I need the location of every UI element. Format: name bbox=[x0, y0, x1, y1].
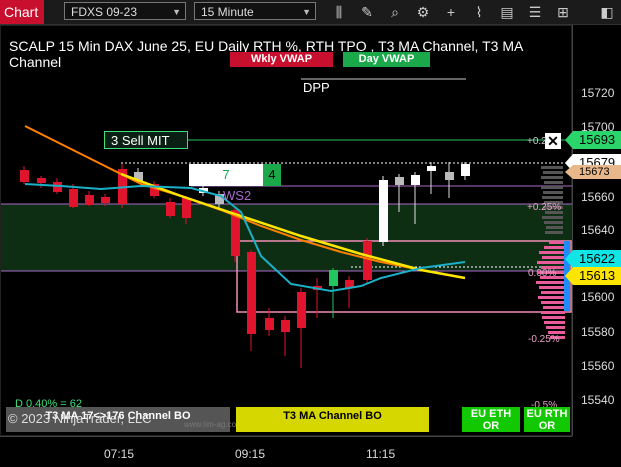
more-icon[interactable]: ◧ bbox=[598, 3, 616, 21]
order-qty-field[interactable]: 7 bbox=[189, 164, 263, 186]
price-chart bbox=[1, 78, 573, 368]
sell-mit-order[interactable]: 3 Sell MIT bbox=[104, 131, 188, 149]
chart-toolbar: Chart FDXS 09-23 ▼ 15 Minute ▼ ⫼ ✎ ⌕ ⚙ +… bbox=[0, 0, 621, 25]
strategy-icon[interactable]: ▤ bbox=[498, 3, 516, 21]
volume-profile-grey bbox=[541, 166, 563, 234]
bar-chart-icon[interactable]: ⫼ bbox=[330, 3, 348, 21]
chevron-down-icon: ▼ bbox=[172, 7, 181, 17]
properties-icon[interactable]: ⚙ bbox=[414, 3, 432, 21]
value-area-zone bbox=[1, 204, 573, 271]
pct-label-top: +0.2 bbox=[527, 136, 547, 147]
wkly-vwap-badge[interactable]: Wkly VWAP bbox=[230, 52, 333, 67]
price-axis[interactable]: 15720 15700 15680 15660 15640 15620 1560… bbox=[572, 25, 621, 436]
template-icon[interactable]: ☰ bbox=[526, 3, 544, 21]
dpp-label: DPP bbox=[303, 80, 330, 95]
y-tick: 15720 bbox=[581, 86, 615, 100]
ws2-label: WS2 bbox=[223, 188, 252, 203]
y-tick: 15640 bbox=[581, 223, 615, 237]
dd-price-flag: 15613 bbox=[565, 267, 621, 285]
order-qty-badge[interactable]: 4 bbox=[263, 164, 281, 186]
instrument-selector[interactable]: FDXS 09-23 ▼ bbox=[64, 2, 186, 20]
watermark-text: www.tim-ag.com bbox=[184, 420, 243, 429]
t3-channel-bo-button[interactable]: T3 MA Channel BO bbox=[236, 407, 429, 432]
chart-tab[interactable]: Chart bbox=[0, 0, 44, 24]
y-tick: 15660 bbox=[581, 190, 615, 204]
x-tick: 09:15 bbox=[235, 447, 266, 461]
pencil-icon[interactable]: ✎ bbox=[358, 3, 376, 21]
instrument-value: FDXS 09-23 bbox=[71, 5, 138, 19]
pct-label-minus: -0.25% bbox=[528, 334, 560, 345]
pct-label-plus: +0.25% bbox=[527, 202, 562, 213]
y-tick: 15600 bbox=[581, 290, 615, 304]
zoom-icon[interactable]: ⌕ bbox=[386, 3, 404, 21]
x-tick: 11:15 bbox=[366, 447, 396, 461]
y-tick: 15540 bbox=[581, 393, 615, 407]
indicators-icon[interactable]: ⌇ bbox=[470, 3, 488, 21]
crosshair-icon[interactable]: + bbox=[442, 3, 460, 21]
x-tick: 07:15 bbox=[104, 447, 135, 461]
time-axis[interactable]: 07:15 09:15 11:15 bbox=[0, 436, 572, 467]
y-tick: 15580 bbox=[581, 325, 615, 339]
eu-rth-or-button[interactable]: EU RTH OR bbox=[524, 407, 570, 432]
chevron-down-icon: ▼ bbox=[302, 7, 311, 17]
y-tick: 15560 bbox=[581, 359, 615, 373]
vwap-price-flag: 15622 bbox=[565, 250, 621, 268]
eu-eth-or-button[interactable]: EU ETH OR bbox=[462, 407, 520, 432]
data-box-icon[interactable]: ⊞ bbox=[554, 3, 572, 21]
pct-label-zero: 0.00% bbox=[528, 268, 557, 279]
sell-mit-price-flag: 15693 bbox=[565, 131, 621, 149]
dpp-price-flag: 15673 bbox=[565, 165, 621, 179]
close-icon[interactable]: ✕ bbox=[545, 133, 561, 149]
interval-selector[interactable]: 15 Minute ▼ bbox=[194, 2, 316, 20]
interval-value: 15 Minute bbox=[201, 5, 254, 19]
day-vwap-badge[interactable]: Day VWAP bbox=[343, 52, 430, 67]
copyright-text: © 2023 NinjaTrader, LLC bbox=[8, 411, 152, 426]
chart-panel[interactable]: SCALP 15 Min DAX June 25, EU Daily RTH %… bbox=[0, 25, 573, 436]
